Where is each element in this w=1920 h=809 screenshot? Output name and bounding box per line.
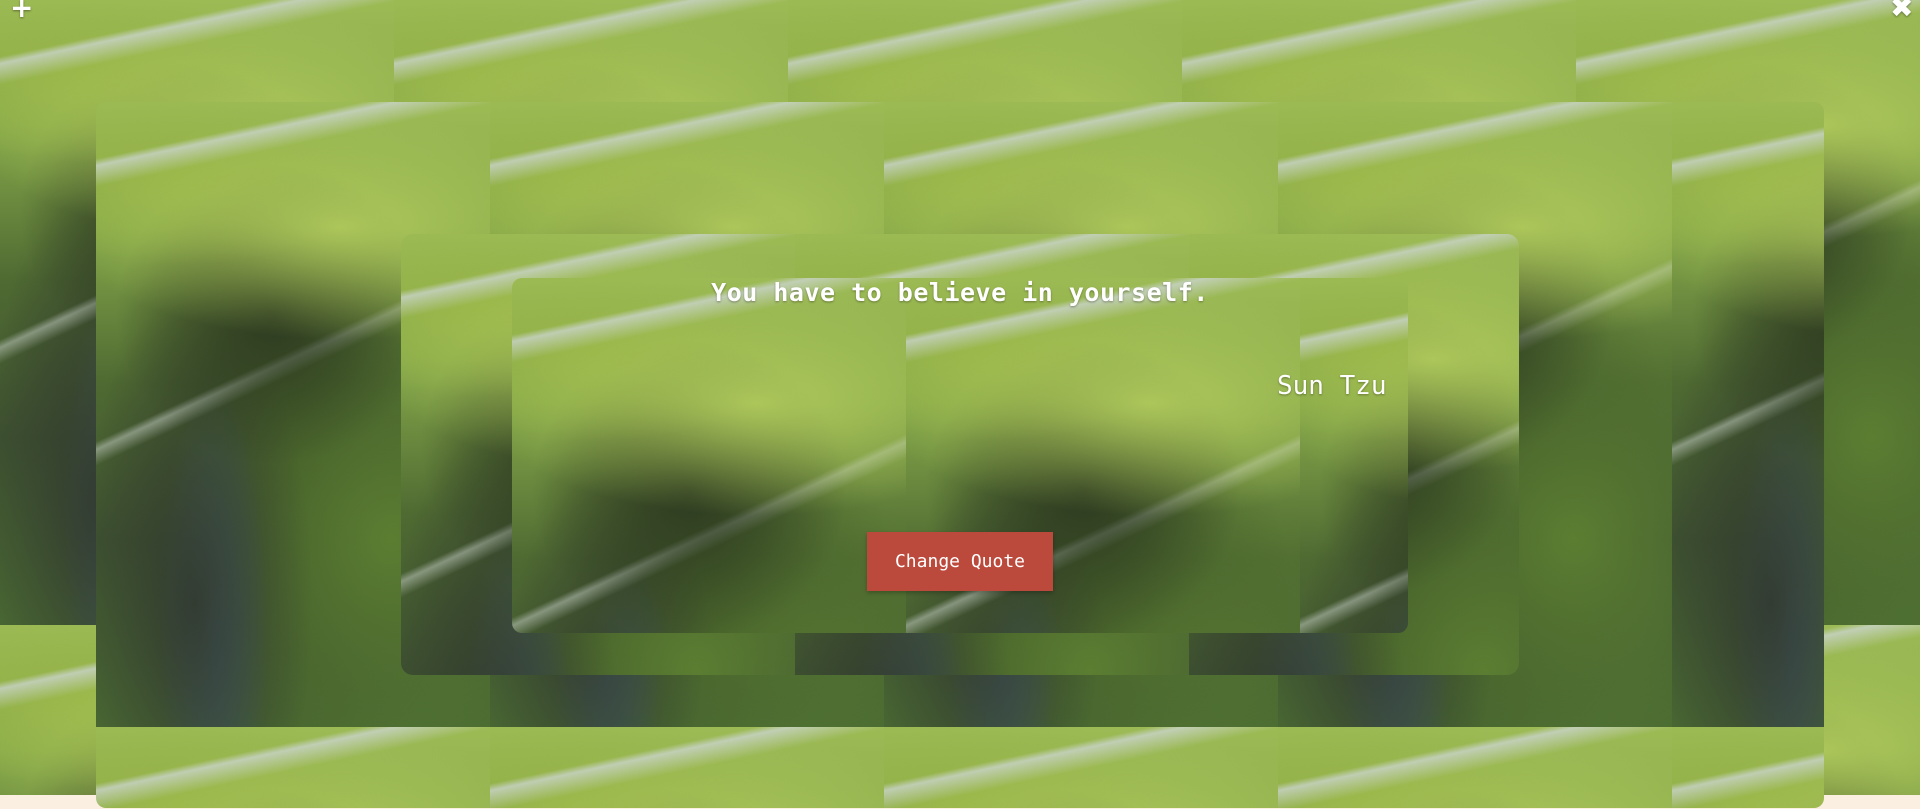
change-quote-button[interactable]: Change Quote (867, 532, 1053, 591)
close-icon[interactable]: ✖ (1890, 0, 1913, 22)
quote-text: You have to believe in yourself. (711, 278, 1209, 307)
quote-author: Sun Tzu (1277, 371, 1387, 401)
plus-icon[interactable]: + (10, 0, 33, 22)
